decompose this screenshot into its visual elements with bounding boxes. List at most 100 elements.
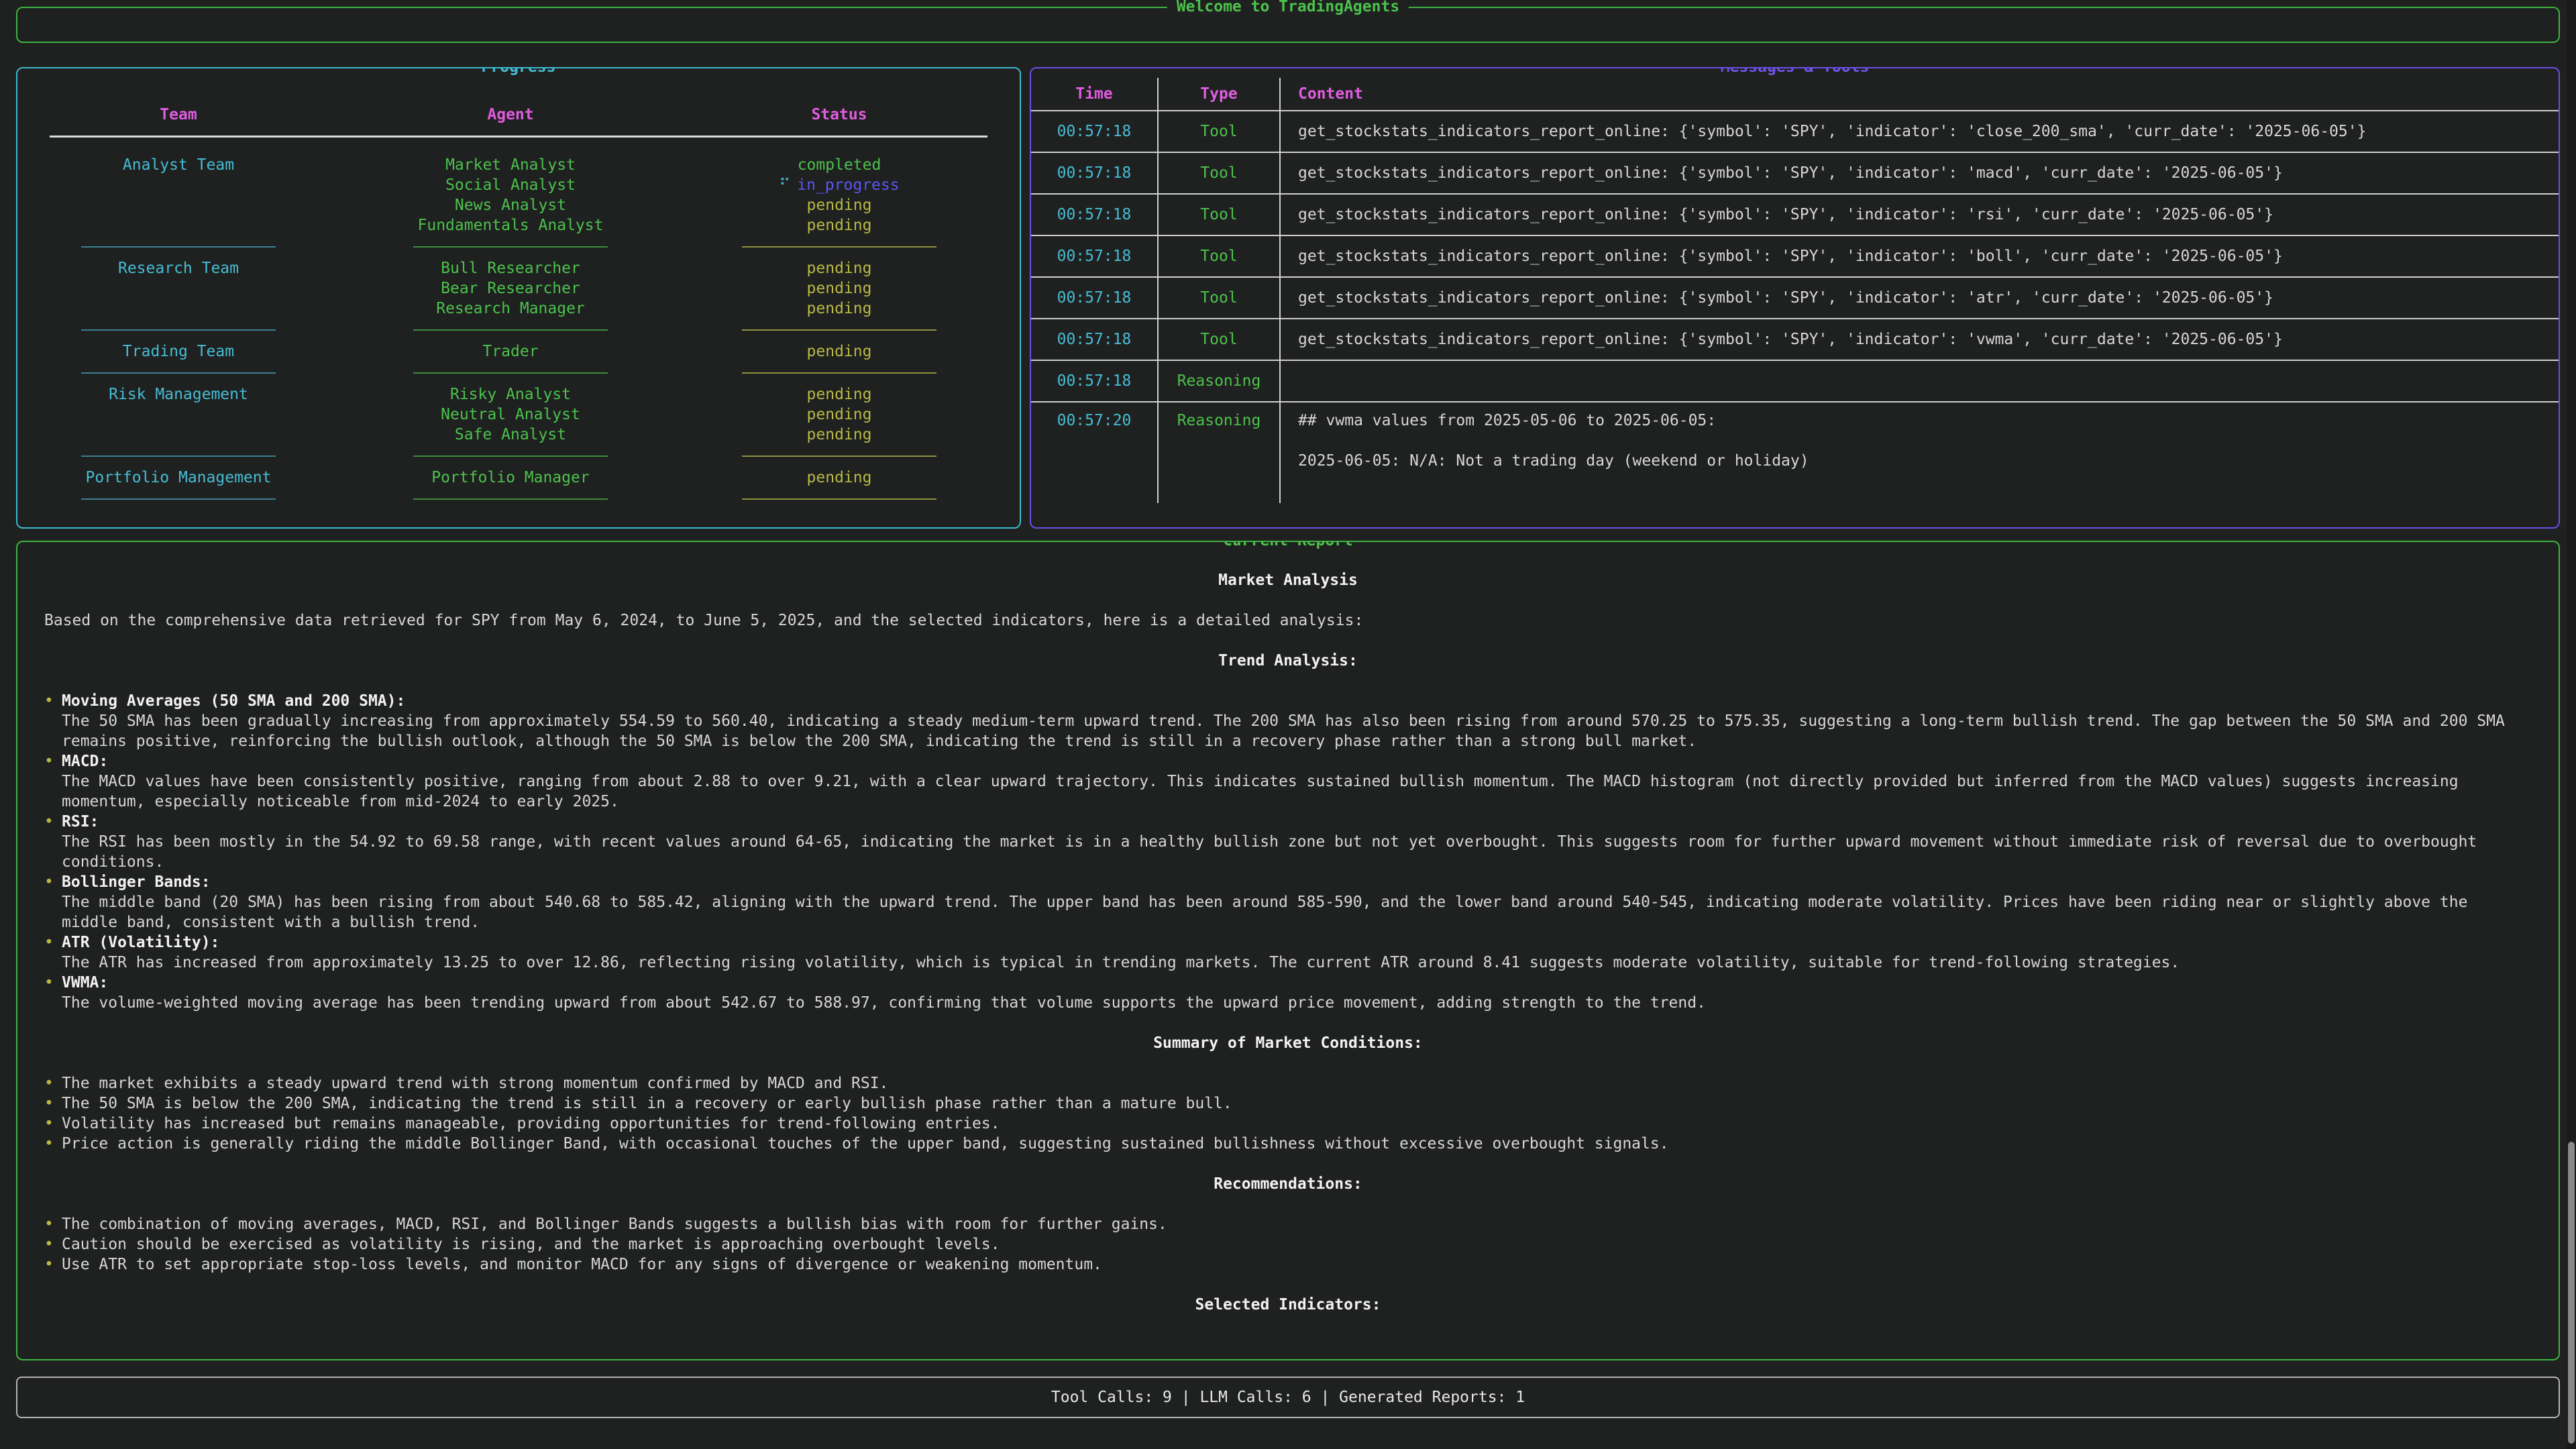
agent-separator-line <box>413 329 608 331</box>
footer-stats-text: Tool Calls: 9 | LLM Calls: 6 | Generated… <box>1051 1387 1525 1407</box>
agent-status-cell: pending <box>682 215 997 235</box>
report-bullet-term: ATR (Volatility): <box>62 932 2532 953</box>
message-content: get_stockstats_indicators_report_online:… <box>1281 111 2559 152</box>
report-section-heading: Recommendations: <box>44 1174 2532 1194</box>
report-panel: Current Report Market AnalysisBased on t… <box>16 541 2560 1360</box>
message-type: Tool <box>1159 319 1281 360</box>
report-bullet-desc: The ATR has increased from approximately… <box>62 953 2532 973</box>
scrollbar[interactable] <box>2567 0 2576 1449</box>
message-content: get_stockstats_indicators_report_online:… <box>1281 278 2559 318</box>
agent-name-cell: Risky Analyst <box>339 384 682 405</box>
report-bullet-text: The combination of moving averages, MACD… <box>62 1214 2532 1234</box>
team-separator-line <box>81 455 276 457</box>
team-name-cell <box>17 299 339 319</box>
agent-status-cell: pending <box>682 278 997 299</box>
report-bullet-desc: The volume-weighted moving average has b… <box>62 993 2532 1013</box>
progress-table: TeamAgentStatus Analyst TeamMarket Analys… <box>17 68 1020 511</box>
report-bullet: •ATR (Volatility):The ATR has increased … <box>44 932 2532 973</box>
agent-status-label: completed <box>798 156 881 174</box>
team-name-cell <box>17 425 339 445</box>
team-separator-line <box>81 329 276 331</box>
message-time: 00:57:18 <box>1031 153 1159 193</box>
report-bullet-text: Volatility has increased but remains man… <box>62 1114 2532 1134</box>
report-bullet-text: Use ATR to set appropriate stop-loss lev… <box>62 1254 2532 1275</box>
agent-status-cell: completed <box>682 155 997 175</box>
progress-row: Fundamentals Analystpending <box>17 215 1020 235</box>
bullet-dot-icon: • <box>44 1234 62 1254</box>
report-bullet-text: ATR (Volatility):The ATR has increased f… <box>62 932 2532 973</box>
team-name-cell <box>17 175 339 195</box>
progress-column-header: Status <box>682 105 997 125</box>
report-body: Market AnalysisBased on the comprehensiv… <box>17 542 2559 1315</box>
bullet-dot-icon: • <box>44 1073 62 1093</box>
agent-separator-line <box>413 372 608 374</box>
report-bullet-term: MACD: <box>62 751 2532 771</box>
progress-row: Risk ManagementRisky Analystpending <box>17 384 1020 405</box>
message-type: Tool <box>1159 236 1281 276</box>
spinner-icon: ⠋ <box>779 176 790 194</box>
messages-column-header-time: Time <box>1031 78 1159 110</box>
agent-name-cell: Social Analyst <box>339 175 682 195</box>
status-separator-line <box>742 372 936 374</box>
agent-status-cell: pending <box>682 299 997 319</box>
scrollbar-thumb[interactable] <box>2568 1142 2575 1444</box>
report-bullet-desc: The middle band (20 SMA) has been rising… <box>62 892 2532 932</box>
message-type: Reasoning <box>1159 402 1281 503</box>
message-time: 00:57:18 <box>1031 361 1159 401</box>
team-name-cell <box>17 215 339 235</box>
group-separator <box>17 445 1020 468</box>
report-bullet: •The market exhibits a steady upward tre… <box>44 1073 2532 1093</box>
agent-name-cell: Trader <box>339 341 682 362</box>
progress-table-body: Analyst TeamMarket AnalystcompletedSocia… <box>17 138 1020 511</box>
message-time: 00:57:18 <box>1031 111 1159 152</box>
report-bullet: •Bollinger Bands:The middle band (20 SMA… <box>44 872 2532 932</box>
report-bullet: •Use ATR to set appropriate stop-loss le… <box>44 1254 2532 1275</box>
agent-separator-line <box>413 498 608 500</box>
bullet-dot-icon: • <box>44 751 62 812</box>
message-content: get_stockstats_indicators_report_online:… <box>1281 153 2559 193</box>
report-bullet-term: RSI: <box>62 812 2532 832</box>
message-time: 00:57:20 <box>1031 402 1159 503</box>
footer-stats-bar: Tool Calls: 9 | LLM Calls: 6 | Generated… <box>16 1377 2560 1418</box>
report-bullet: •VWMA:The volume-weighted moving average… <box>44 973 2532 1013</box>
team-name-cell: Analyst Team <box>17 155 339 175</box>
progress-row: Research Managerpending <box>17 299 1020 319</box>
message-type: Tool <box>1159 195 1281 235</box>
messages-panel: Messages & Tools TimeTypeContent00:57:18… <box>1030 67 2560 529</box>
message-time: 00:57:18 <box>1031 319 1159 360</box>
report-main-heading: Market Analysis <box>44 570 2532 590</box>
bullet-dot-icon: • <box>44 1214 62 1234</box>
progress-column-header: Agent <box>339 105 682 125</box>
report-bullet: •Price action is generally riding the mi… <box>44 1134 2532 1154</box>
report-bullet-text: The 50 SMA is below the 200 SMA, indicat… <box>62 1093 2532 1114</box>
agent-status-label: pending <box>807 386 872 403</box>
progress-panel: Progress TeamAgentStatus Analyst TeamMark… <box>16 67 1021 529</box>
status-separator-line <box>742 329 936 331</box>
report-bullet-desc: The 50 SMA has been gradually increasing… <box>62 711 2532 751</box>
progress-row: Analyst TeamMarket Analystcompleted <box>17 155 1020 175</box>
welcome-panel: Welcome to TradingAgents <box>16 7 2560 43</box>
bullet-dot-icon: • <box>44 932 62 973</box>
message-content: get_stockstats_indicators_report_online:… <box>1281 236 2559 276</box>
agent-status-label: pending <box>807 406 872 423</box>
agent-status-label: pending <box>807 300 872 317</box>
report-bullet-text: Bollinger Bands:The middle band (20 SMA)… <box>62 872 2532 932</box>
bullet-dot-icon: • <box>44 1093 62 1114</box>
team-name-cell <box>17 278 339 299</box>
message-row: 00:57:18Toolget_stockstats_indicators_re… <box>1031 195 2559 236</box>
report-bullet-desc: The combination of moving averages, MACD… <box>62 1214 2532 1234</box>
report-bullet-text: Moving Averages (50 SMA and 200 SMA):The… <box>62 691 2532 751</box>
bullet-dot-icon: • <box>44 872 62 932</box>
report-bullet-term: VWMA: <box>62 973 2532 993</box>
agent-status-label: pending <box>807 343 872 360</box>
agent-name-cell: Safe Analyst <box>339 425 682 445</box>
progress-panel-title: Progress <box>472 67 566 77</box>
progress-row: Portfolio ManagementPortfolio Managerpen… <box>17 468 1020 488</box>
progress-header-row: TeamAgentStatus <box>17 105 1020 125</box>
group-separator <box>17 488 1020 511</box>
agent-name-cell: Portfolio Manager <box>339 468 682 488</box>
agent-status-cell: ⠋in_progress <box>682 175 997 195</box>
agent-status-label: pending <box>807 260 872 277</box>
messages-table: TimeTypeContent00:57:18Toolget_stockstat… <box>1031 68 2559 529</box>
report-bullet: •Volatility has increased but remains ma… <box>44 1114 2532 1134</box>
